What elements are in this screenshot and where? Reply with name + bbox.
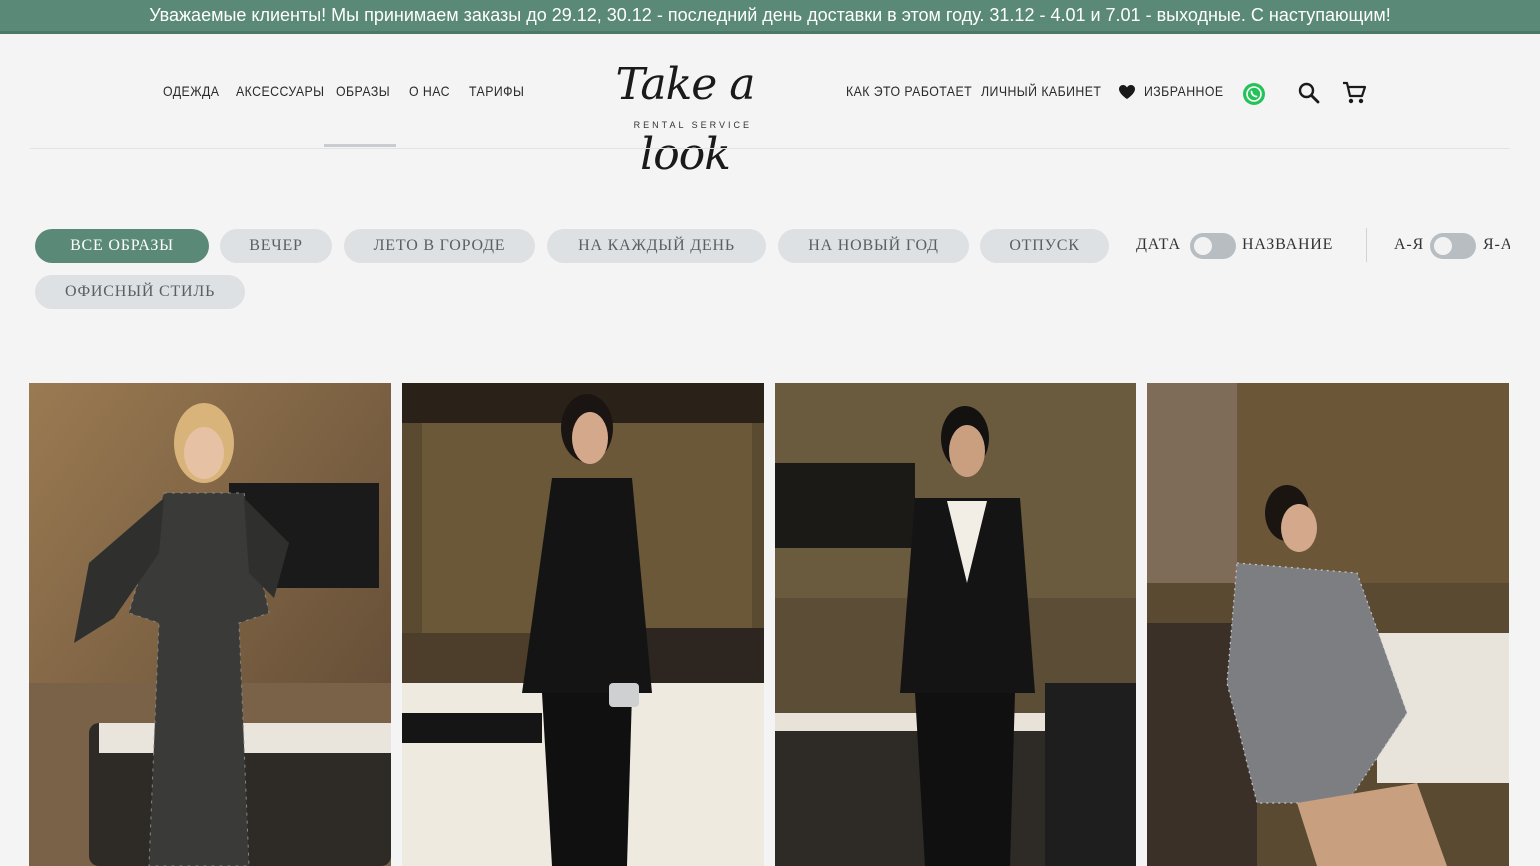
filter-chip-all-looks[interactable]: ВСЕ ОБРАЗЫ	[35, 229, 209, 263]
whatsapp-icon[interactable]	[1242, 82, 1266, 106]
logo-script: Take a look	[615, 59, 755, 180]
nav-active-indicator	[324, 144, 396, 147]
sort-toggle-alphabet[interactable]	[1430, 233, 1476, 259]
look-card-3[interactable]	[775, 383, 1136, 866]
nav-item-favorites[interactable]: ИЗБРАННОЕ	[1144, 83, 1224, 99]
nav-item-looks[interactable]: ОБРАЗЫ	[336, 83, 390, 99]
nav-item-tariffs[interactable]: ТАРИФЫ	[469, 83, 524, 99]
nav-item-account[interactable]: ЛИЧНЫЙ КАБИНЕТ	[981, 83, 1101, 99]
heart-icon[interactable]	[1118, 84, 1136, 100]
look-photo-tuxedo-suit	[775, 383, 1136, 866]
sort-label-name: НАЗВАНИЕ	[1242, 236, 1334, 253]
look-card-2[interactable]	[402, 383, 764, 866]
filter-chip-everyday[interactable]: НА КАЖДЫЙ ДЕНЬ	[547, 229, 766, 263]
look-card-4[interactable]	[1147, 383, 1509, 866]
header-divider	[30, 148, 1510, 149]
nav-item-accessories[interactable]: АКСЕССУАРЫ	[236, 83, 325, 99]
look-photo-black-cape-suit	[402, 383, 764, 866]
look-card-1[interactable]	[29, 383, 391, 866]
toggle-knob	[1194, 237, 1212, 255]
logo-subtitle: RENTAL SERVICE	[633, 120, 752, 130]
logo[interactable]: Take a look RENTAL SERVICE	[590, 50, 780, 180]
filter-chip-new-year[interactable]: НА НОВЫЙ ГОД	[778, 229, 969, 263]
nav-item-how-it-works[interactable]: КАК ЭТО РАБОТАЕТ	[846, 83, 972, 99]
filter-chip-office-style[interactable]: ОФИСНЫЙ СТИЛЬ	[35, 275, 245, 309]
cart-icon[interactable]	[1341, 80, 1367, 106]
filter-chip-evening[interactable]: ВЕЧЕР	[220, 229, 332, 263]
sort-divider	[1366, 228, 1367, 262]
sort-label-date: ДАТА	[1136, 236, 1181, 253]
sort-toggle-date-name[interactable]	[1190, 233, 1236, 259]
nav-item-about[interactable]: О НАС	[409, 83, 450, 99]
announcement-bar: Уважаемые клиенты! Мы принимаем заказы д…	[0, 0, 1540, 34]
sort-label-az: А-Я	[1394, 236, 1424, 253]
nav-item-clothing[interactable]: ОДЕЖДА	[163, 83, 219, 99]
look-photo-sequin-mini-dress	[1147, 383, 1509, 866]
toggle-knob	[1434, 237, 1452, 255]
look-photo-sequin-dress	[29, 383, 391, 866]
search-icon[interactable]	[1297, 81, 1321, 105]
filter-chip-vacation[interactable]: ОТПУСК	[980, 229, 1109, 263]
sort-label-za: Я-А	[1483, 236, 1510, 253]
sort-label-za-wrap: Я-А	[1483, 236, 1510, 258]
filter-chip-summer-city[interactable]: ЛЕТО В ГОРОДЕ	[344, 229, 535, 263]
